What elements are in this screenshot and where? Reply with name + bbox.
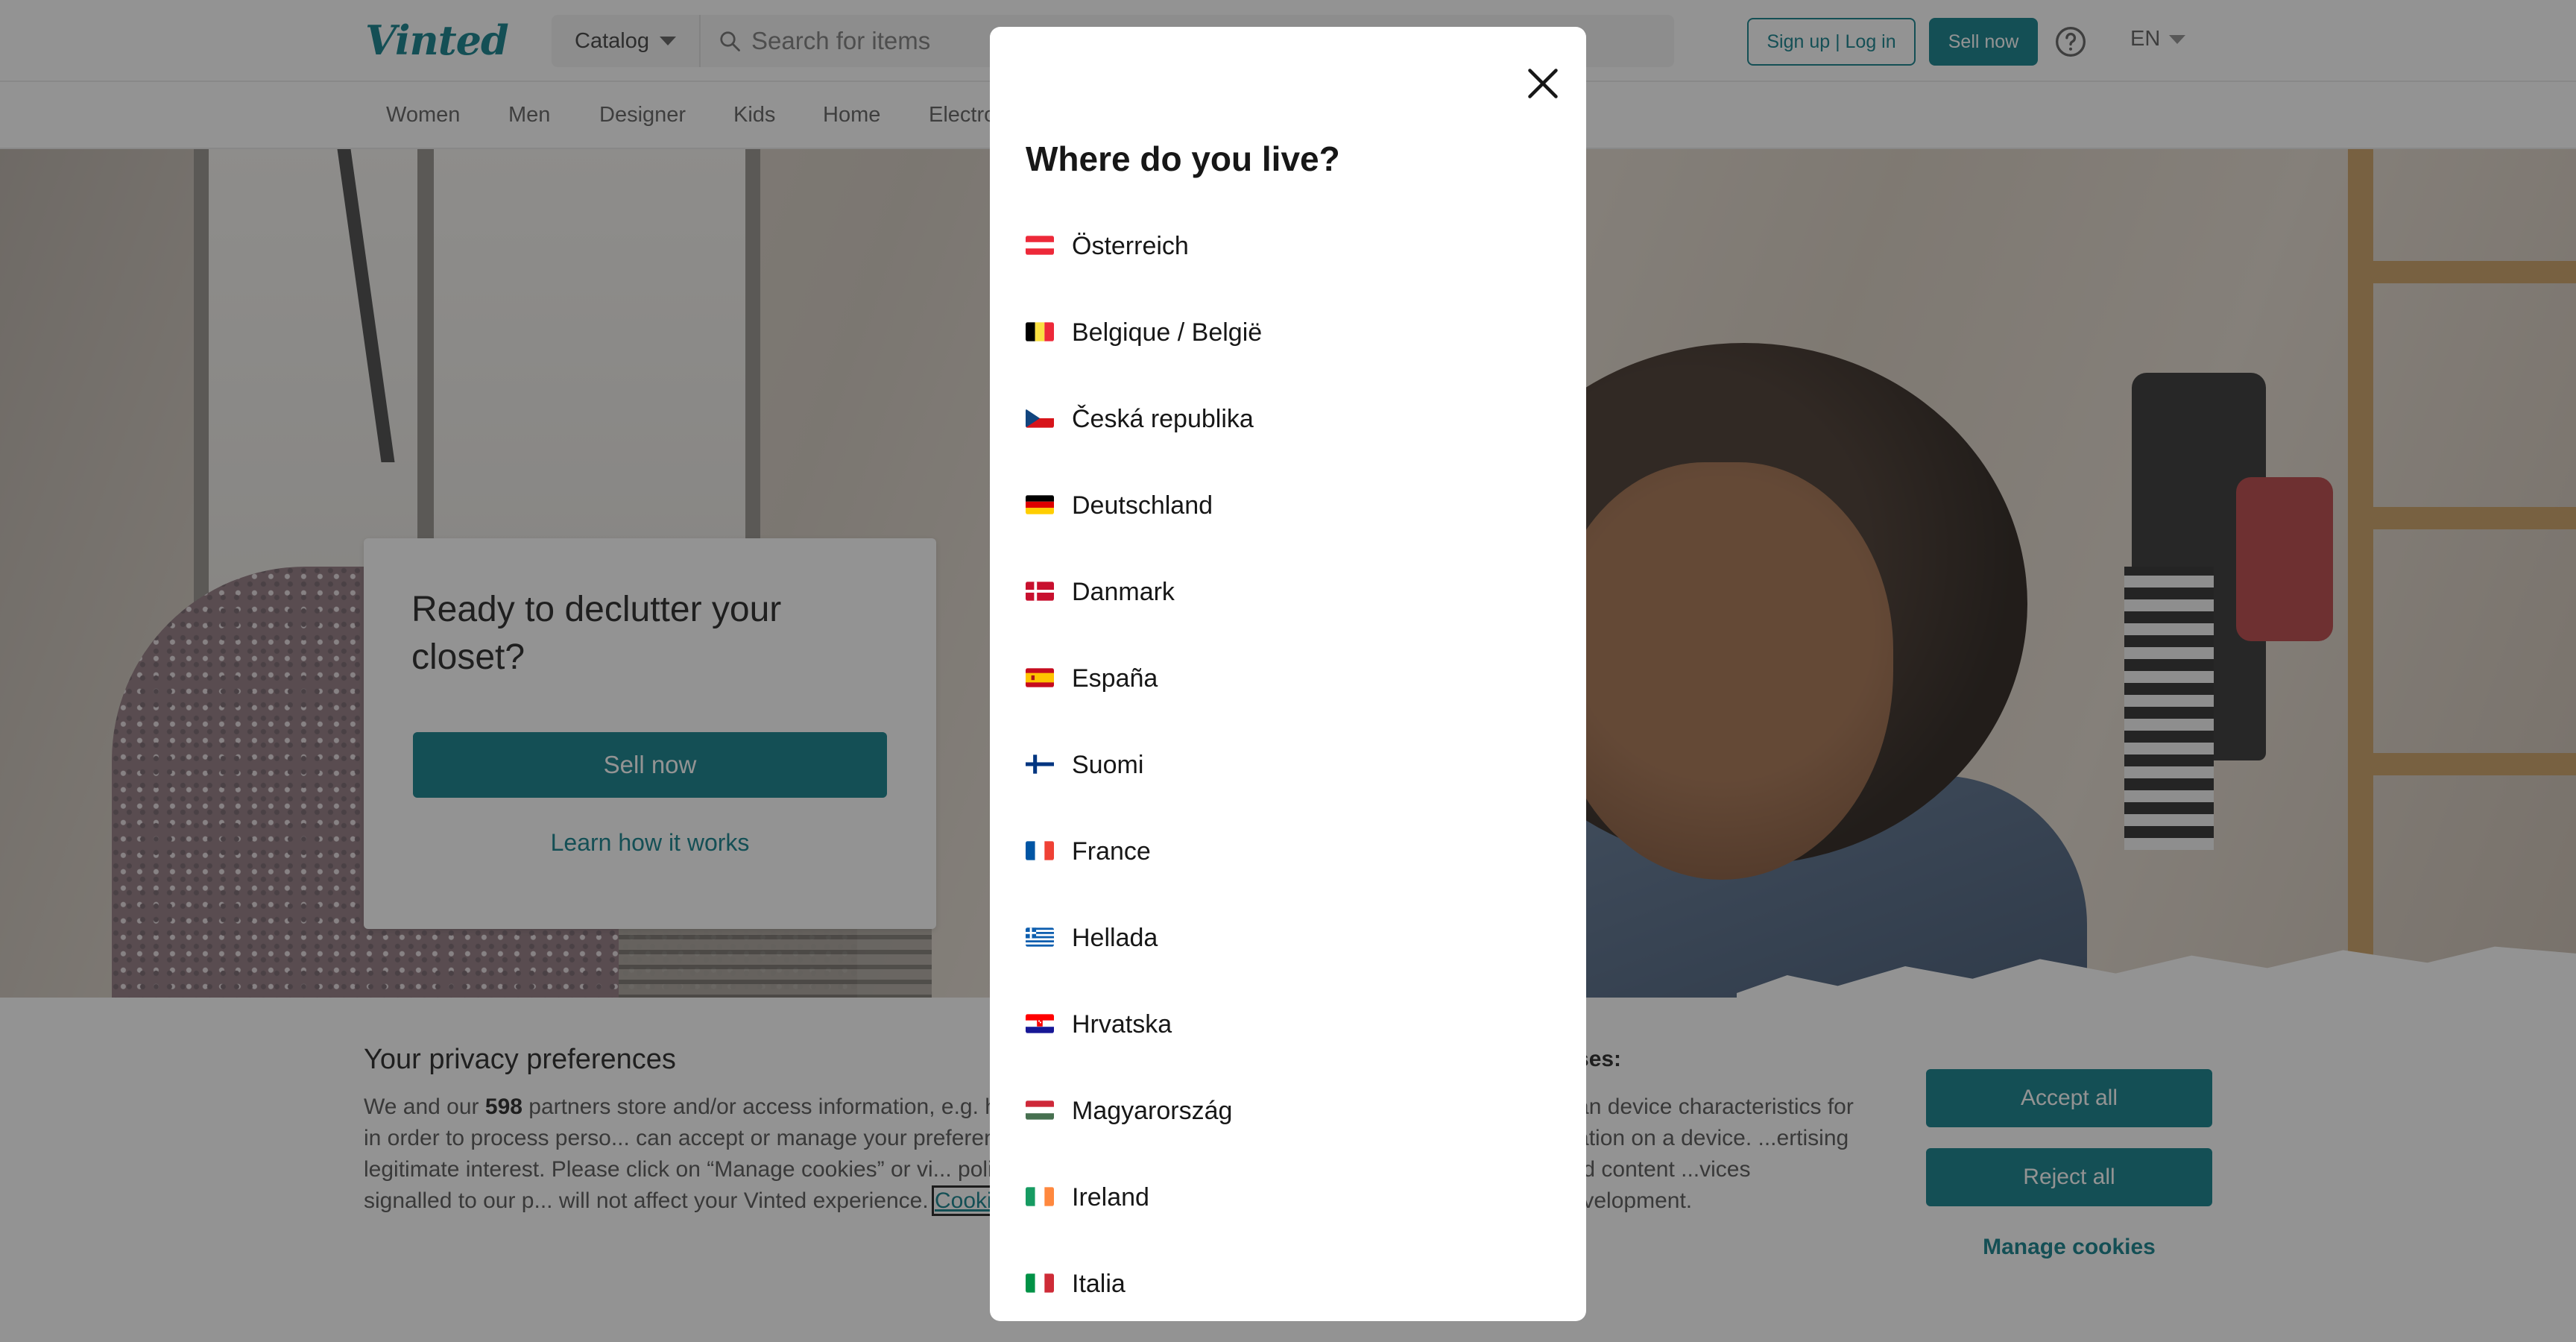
flag-fi-icon bbox=[1026, 755, 1054, 774]
flag-hr-icon bbox=[1026, 1014, 1054, 1033]
modal-title: Where do you live? bbox=[1026, 139, 1340, 178]
flag-gr-icon bbox=[1026, 927, 1054, 947]
country-option-france[interactable]: France bbox=[1026, 837, 1547, 923]
country-name: Česká republika bbox=[1072, 405, 1254, 433]
country-name: Hellada bbox=[1072, 924, 1158, 952]
flag-at-icon bbox=[1026, 236, 1054, 255]
close-icon[interactable] bbox=[1521, 61, 1565, 106]
country-name: Magyarország bbox=[1072, 1097, 1233, 1125]
country-name: Ireland bbox=[1072, 1183, 1149, 1212]
country-option-belgium[interactable]: Belgique / België bbox=[1026, 318, 1547, 404]
country-option-italy[interactable]: Italia bbox=[1026, 1269, 1547, 1321]
flag-cz-icon bbox=[1026, 409, 1054, 428]
country-option-germany[interactable]: Deutschland bbox=[1026, 491, 1547, 577]
country-option-denmark[interactable]: Danmark bbox=[1026, 577, 1547, 664]
country-list: Österreich Belgique / België Česká repub… bbox=[1026, 231, 1547, 1321]
country-option-hungary[interactable]: Magyarország bbox=[1026, 1096, 1547, 1182]
country-name: Österreich bbox=[1072, 232, 1189, 260]
country-name: Suomi bbox=[1072, 751, 1144, 779]
country-name: Italia bbox=[1072, 1270, 1126, 1298]
country-option-spain[interactable]: España bbox=[1026, 664, 1547, 750]
flag-be-icon bbox=[1026, 322, 1054, 341]
country-name: Hrvatska bbox=[1072, 1010, 1172, 1039]
flag-hu-icon bbox=[1026, 1100, 1054, 1120]
country-name: Deutschland bbox=[1072, 491, 1213, 520]
country-option-greece[interactable]: Hellada bbox=[1026, 923, 1547, 1009]
country-name: Belgique / België bbox=[1072, 318, 1263, 347]
country-name: España bbox=[1072, 664, 1158, 693]
flag-fr-icon bbox=[1026, 841, 1054, 860]
country-option-austria[interactable]: Österreich bbox=[1026, 231, 1547, 318]
flag-it-icon bbox=[1026, 1273, 1054, 1293]
country-option-finland[interactable]: Suomi bbox=[1026, 750, 1547, 837]
country-option-czechia[interactable]: Česká republika bbox=[1026, 404, 1547, 491]
country-name: France bbox=[1072, 837, 1151, 866]
country-option-croatia[interactable]: Hrvatska bbox=[1026, 1009, 1547, 1096]
country-name: Danmark bbox=[1072, 578, 1175, 606]
flag-ie-icon bbox=[1026, 1187, 1054, 1206]
flag-de-icon bbox=[1026, 495, 1054, 514]
flag-dk-icon bbox=[1026, 582, 1054, 601]
country-select-modal: Where do you live? Österreich Belgique /… bbox=[990, 27, 1586, 1321]
country-option-ireland[interactable]: Ireland bbox=[1026, 1182, 1547, 1269]
flag-es-icon bbox=[1026, 668, 1054, 687]
